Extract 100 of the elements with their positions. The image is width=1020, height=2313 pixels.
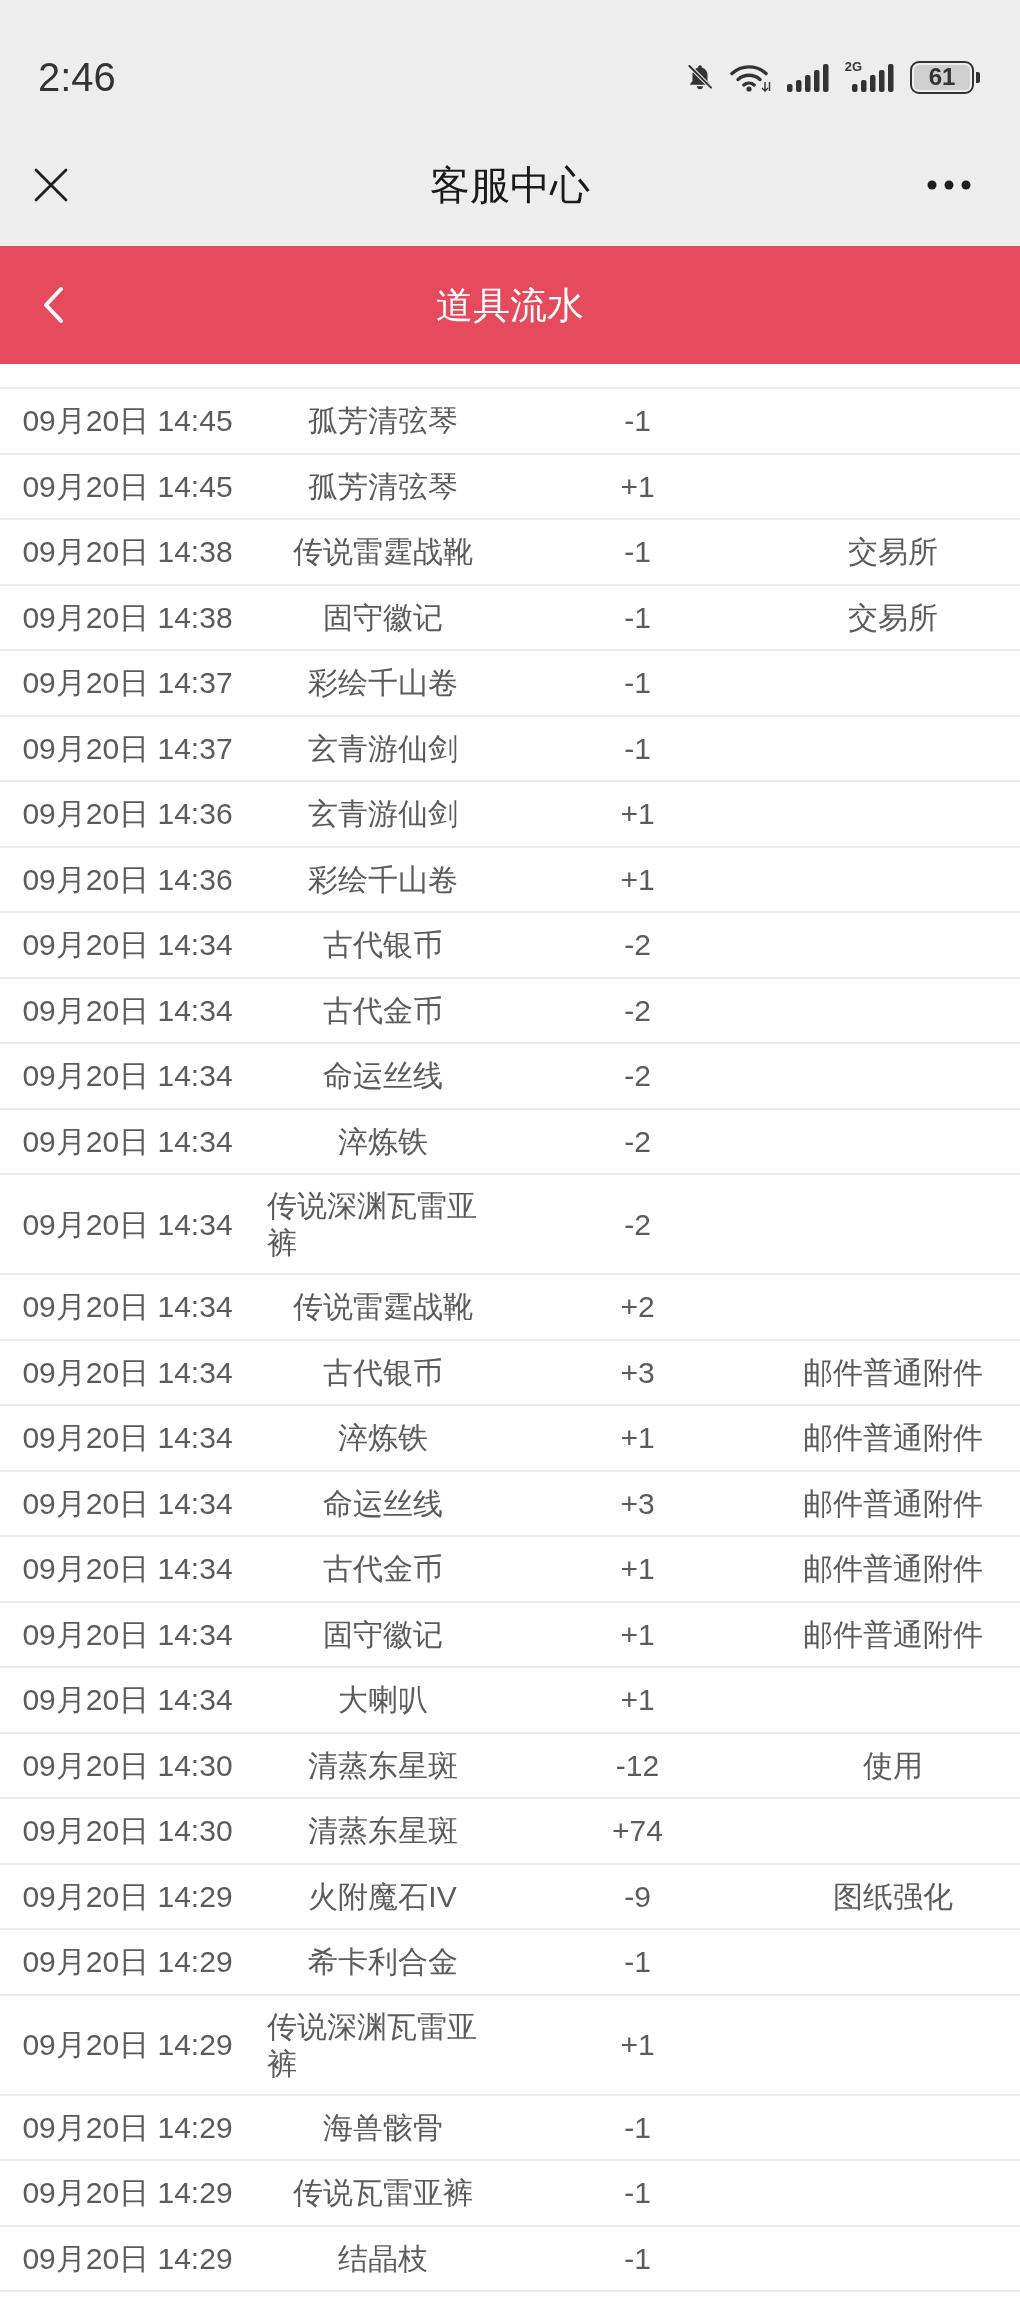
- item-name-cell-text: 玄青游仙剑: [307, 730, 458, 767]
- item-name-cell-text: 淬炼铁: [337, 1123, 428, 1160]
- time-cell-text: 09月20日 14:34: [22, 1616, 233, 1653]
- quantity-cell-text: -1: [624, 2240, 651, 2277]
- time-cell-text: 09月20日 14:37: [22, 665, 233, 702]
- quantity-cell-text: -1: [624, 534, 651, 571]
- quantity-cell-text: -1: [624, 403, 651, 440]
- quantity-cell-text: +3: [620, 1485, 655, 1522]
- time-cell-text: 09月20日 14:34: [22, 1123, 233, 1160]
- battery-level-text: 61: [928, 65, 956, 89]
- item-name-cell-text: 传说雷霆战靴: [292, 534, 473, 571]
- quantity-cell-text: +3: [620, 1354, 655, 1391]
- time-cell-text: 09月20日 14:34: [22, 1420, 233, 1457]
- time-cell-text: 09月20日 14:30: [22, 1747, 233, 1784]
- time-cell-text: 09月20日 14:34: [22, 1058, 233, 1095]
- quantity-cell-text: +1: [620, 2027, 655, 2063]
- quantity-cell-text: -9: [624, 1878, 651, 1915]
- source-cell-text: 使用: [862, 1747, 923, 1784]
- time-cell-text: 09月20日 14:29: [22, 2240, 233, 2277]
- time-cell-text: 09月20日 14:34: [22, 992, 233, 1029]
- quantity-cell-text: -1: [624, 730, 651, 767]
- clock-time: 2:46: [38, 57, 116, 97]
- source-cell-text: 图纸强化: [832, 1878, 953, 1915]
- quantity-cell-text: +1: [620, 796, 655, 833]
- time-cell-text: 09月20日 14:29: [22, 2175, 233, 2212]
- time-cell-text: 09月20日 14:34: [22, 1206, 233, 1243]
- item-name-cell-text: 古代银币: [322, 1354, 443, 1391]
- quantity-cell-text: -1: [624, 2109, 651, 2146]
- time-cell-text: 09月20日 14:36: [22, 861, 233, 898]
- item-name-cell-text: 彩绘千山卷: [307, 861, 458, 898]
- quantity-cell-text: -2: [624, 1123, 651, 1160]
- time-cell-text: 09月20日 14:29: [22, 1878, 233, 1915]
- item-name-cell-text: 命运丝线: [322, 1485, 443, 1522]
- item-name-cell-text: 传说雷霆战靴: [292, 1289, 473, 1326]
- time-cell-text: 09月20日 14:34: [22, 1289, 233, 1326]
- item-name-cell-text: 火附魔石IV: [308, 1878, 457, 1915]
- item-name-cell-text: 命运丝线: [322, 1058, 443, 1095]
- nav-title: 客服中心: [430, 165, 590, 205]
- source-cell-text: 邮件普通附件: [802, 1354, 983, 1391]
- time-cell-text: 09月20日 14:34: [22, 927, 233, 964]
- time-cell-text: 09月20日 14:38: [22, 534, 233, 571]
- time-cell-text: 09月20日 14:45: [22, 403, 233, 440]
- quantity-cell-text: -1: [624, 665, 651, 702]
- item-name-cell-text: 古代金币: [322, 992, 443, 1029]
- quantity-cell-text: +74: [612, 1813, 663, 1850]
- quantity-cell-text: -12: [615, 1747, 660, 1784]
- time-cell-text: 09月20日 14:34: [22, 1485, 233, 1522]
- source-cell-text: 邮件普通附件: [802, 1551, 983, 1588]
- item-name-cell-text: 希卡利合金: [307, 1944, 458, 1981]
- item-name-cell-text: 淬炼铁: [337, 1420, 428, 1457]
- time-cell-text: 09月20日 14:29: [22, 1944, 233, 1981]
- item-name-cell-text: 孤芳清弦琴: [307, 468, 458, 505]
- more-icon[interactable]: [927, 180, 971, 190]
- time-cell-text: 09月20日 14:38: [22, 599, 233, 636]
- item-name-cell-text: 古代金币: [322, 1551, 443, 1588]
- item-name-cell-text: 孤芳清弦琴: [307, 403, 458, 440]
- quantity-cell-text: +1: [620, 1551, 655, 1588]
- quantity-cell-text: -2: [624, 927, 651, 964]
- quantity-cell-text: +1: [620, 1420, 655, 1457]
- time-cell-text: 09月20日 14:36: [22, 796, 233, 833]
- item-name-cell-text: 传说深渊瓦雷亚裤: [267, 1188, 478, 1261]
- quantity-cell-text: -2: [624, 1058, 651, 1095]
- source-cell-text: 交易所: [847, 534, 938, 571]
- quantity-cell-text: +1: [620, 1616, 655, 1653]
- item-name-cell-text: 大喇叭: [337, 1682, 428, 1719]
- item-name-cell-text: 海兽骸骨: [322, 2109, 443, 2146]
- time-cell-text: 09月20日 14:45: [22, 468, 233, 505]
- source-cell-text: 邮件普通附件: [802, 1616, 983, 1653]
- back-icon[interactable]: [42, 286, 64, 324]
- quantity-cell-text: -2: [624, 1206, 651, 1243]
- network-type-label: 2G: [844, 60, 862, 73]
- item-name-cell-text: 清蒸东星斑: [307, 1747, 458, 1784]
- item-name-cell-text: 传说瓦雷亚裤: [292, 2175, 473, 2212]
- time-cell-text: 09月20日 14:29: [22, 2027, 233, 2063]
- time-cell-text: 09月20日 14:30: [22, 1813, 233, 1850]
- item-name-cell-text: 彩绘千山卷: [307, 665, 458, 702]
- quantity-cell-text: +1: [620, 1682, 655, 1719]
- close-icon[interactable]: [34, 168, 68, 202]
- time-cell-text: 09月20日 14:37: [22, 730, 233, 767]
- quantity-cell-text: -1: [624, 599, 651, 636]
- item-name-cell-text: 固守徽记: [322, 599, 443, 636]
- source-cell-text: 邮件普通附件: [802, 1485, 983, 1522]
- quantity-cell-text: -1: [624, 2175, 651, 2212]
- quantity-cell-text: -1: [624, 1944, 651, 1981]
- source-cell-text: 邮件普通附件: [802, 1420, 983, 1457]
- wifi-icon: [728, 62, 773, 92]
- signal-icon: [786, 62, 831, 92]
- item-name-cell-text: 古代银币: [322, 927, 443, 964]
- item-name-cell-text: 固守徽记: [322, 1616, 443, 1653]
- quantity-cell-text: +1: [620, 861, 655, 898]
- time-cell-text: 09月20日 14:29: [22, 2109, 233, 2146]
- item-name-cell-text: 清蒸东星斑: [307, 1813, 458, 1850]
- quantity-cell-text: -2: [624, 992, 651, 1029]
- time-cell-text: 09月20日 14:34: [22, 1551, 233, 1588]
- quantity-cell-text: +2: [620, 1289, 655, 1326]
- item-name-cell-text: 传说深渊瓦雷亚裤: [267, 2008, 478, 2082]
- item-name-cell-text: 玄青游仙剑: [307, 796, 458, 833]
- quantity-cell-text: +1: [620, 468, 655, 505]
- item-name-cell-text: 结晶枝: [337, 2240, 428, 2277]
- page-title: 道具流水: [436, 286, 584, 324]
